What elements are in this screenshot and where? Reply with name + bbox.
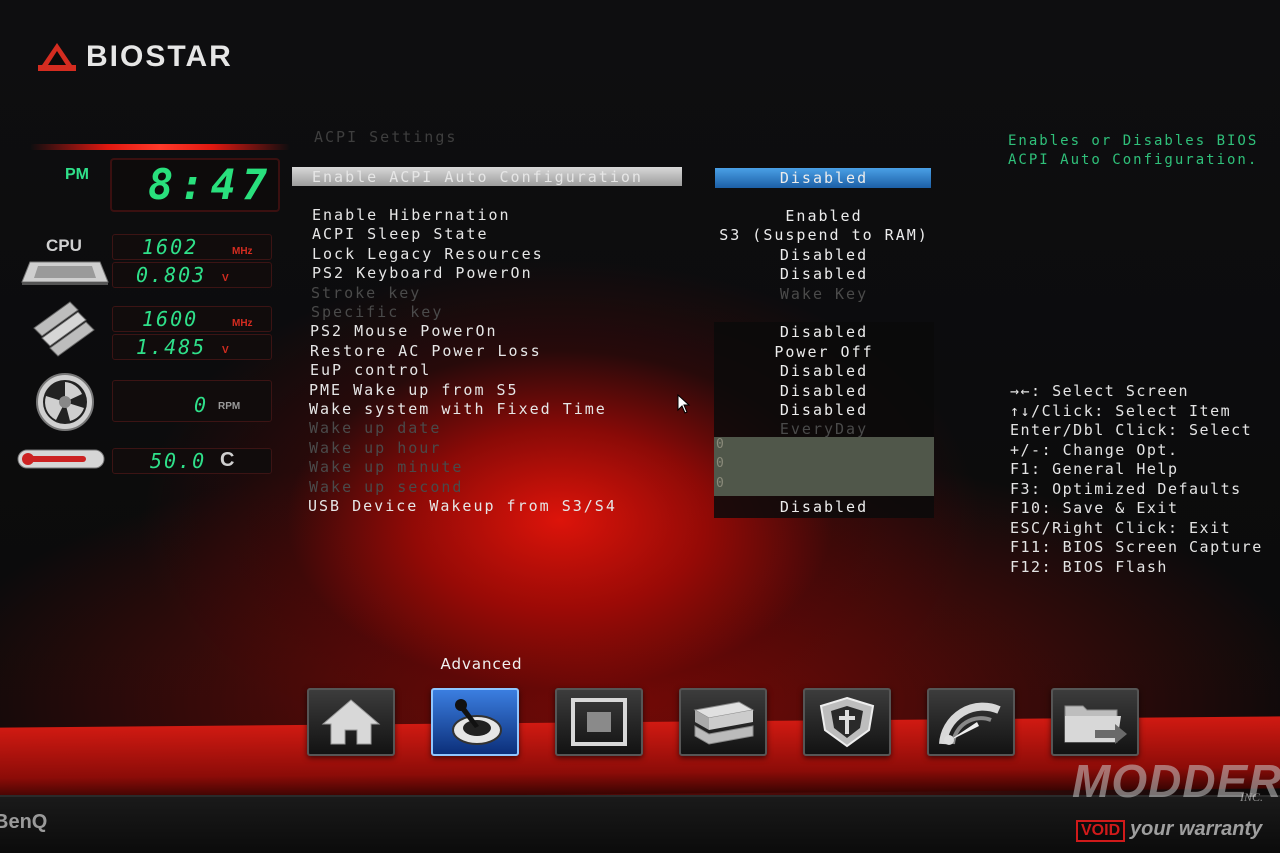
setting-label: Stroke key (311, 283, 422, 302)
setting-label: Wake up hour (309, 438, 442, 457)
setting-value[interactable]: Disabled (714, 401, 934, 419)
setting-label[interactable]: ACPI Sleep State (312, 225, 489, 243)
drives-icon (693, 701, 755, 745)
clock-time: 8:47 (148, 160, 274, 209)
shield-icon (819, 696, 875, 748)
temp-value: 50.0 (150, 449, 207, 473)
setting-value[interactable]: Disabled (714, 362, 934, 380)
key-help-item: →←: Select Screen (1010, 382, 1190, 400)
setting-value: EveryDay (779, 420, 869, 439)
setting-value[interactable]: Disabled (714, 246, 934, 264)
setting-label[interactable]: Restore AC Power Loss (310, 342, 542, 360)
fan-box (112, 380, 272, 422)
setting-label[interactable]: Enable ACPI Auto Configuration (312, 168, 643, 186)
setting-value: Wake Key (779, 284, 869, 303)
tab-advanced[interactable] (431, 688, 519, 756)
mem-volt-value: 1.485 (136, 335, 207, 359)
monitor-brand-logo: BenQ (0, 811, 48, 833)
key-help-item: ↑↓/Click: Select Item (1010, 401, 1232, 420)
key-help-item: F1: General Help (1010, 460, 1179, 478)
tab-boot[interactable] (679, 688, 767, 756)
setting-label[interactable]: PS2 Mouse PowerOn (310, 322, 498, 340)
cpu-label: CPU (46, 236, 82, 255)
mem-freq-unit: MHz (232, 318, 253, 329)
setting-label[interactable]: PME Wake up from S5 (309, 381, 519, 399)
setting-label: Wake up minute (309, 458, 464, 477)
setting-label[interactable]: PS2 Keyboard PowerOn (312, 264, 533, 282)
fan-speed-unit: RPM (218, 401, 241, 412)
mem-volt-unit: V (222, 345, 229, 356)
tab-chipset[interactable] (555, 688, 643, 756)
setting-value[interactable]: Enabled (714, 207, 934, 225)
setting-value[interactable]: S3 (Suspend to RAM) (714, 226, 934, 244)
bios-screen: BIOSTAR PM 8:47 CPU 1602 MHz 0.803 V 160… (0, 0, 1280, 800)
setting-value[interactable]: Disabled (714, 265, 934, 283)
setting-label: Wake up date (309, 419, 442, 438)
temp-unit: C (220, 449, 235, 471)
key-help-item: F3: Optimized Defaults (1010, 479, 1242, 498)
cpu-volt-value: 0.803 (136, 263, 207, 287)
mouse-pointer-icon (677, 394, 691, 414)
section-title: ACPI Settings (314, 128, 458, 146)
watermark-tagline: your warranty (1130, 818, 1263, 840)
tab-main[interactable] (307, 688, 395, 756)
key-help-item: ESC/Right Click: Exit (1010, 518, 1232, 537)
setting-value[interactable]: Power Off (714, 343, 934, 361)
brand-name: BIOSTAR (86, 40, 233, 73)
active-tab-caption: Advanced (440, 655, 523, 673)
setting-label[interactable]: USB Device Wakeup from S3/S4 (308, 497, 617, 515)
biostar-logo: BIOSTAR (36, 40, 233, 74)
key-help-list: →←: Select Screen ↑↓/Click: Select Item En… (1010, 382, 1263, 577)
thermometer-icon (17, 449, 105, 469)
memory-module-icon (33, 301, 95, 357)
cpu-freq-unit: MHz (232, 246, 253, 257)
help-description: Enables or Disables BIOS ACPI Auto Confi… (1008, 133, 1259, 168)
folder-exit-icon (1064, 705, 1127, 744)
cpu-freq-value: 1602 (142, 235, 199, 259)
modders-inc-watermark: MODDERS INC. VOID your warranty (1072, 754, 1280, 842)
setting-value[interactable]: Disabled (714, 169, 934, 187)
setting-value[interactable]: Disabled (714, 323, 934, 341)
speedometer-icon (939, 702, 1001, 745)
joystick-icon (452, 699, 502, 745)
mem-freq-value: 1600 (142, 307, 199, 331)
home-icon (321, 699, 381, 745)
setting-value[interactable]: Disabled (714, 498, 934, 516)
key-help-item: Enter/Dbl Click: Select (1010, 421, 1253, 439)
key-help-item: F12: BIOS Flash (1010, 557, 1168, 576)
setting-label: Wake up second (309, 477, 464, 496)
tab-save-exit[interactable] (1051, 688, 1139, 756)
setting-number-field: 0 (714, 456, 934, 477)
tab-security[interactable] (803, 688, 891, 756)
watermark-void-badge: VOID (1076, 820, 1126, 842)
setting-label: Specific key (311, 302, 444, 321)
chipset-icon (571, 698, 627, 746)
cpu-chip-icon (21, 261, 109, 285)
setting-value[interactable]: Disabled (714, 382, 934, 400)
setting-label[interactable]: Wake system with Fixed Time (309, 400, 607, 418)
setting-number-field: 0 (714, 475, 934, 496)
key-help-item: F11: BIOS Screen Capture (1010, 538, 1263, 556)
setting-label[interactable]: Enable Hibernation (312, 206, 511, 224)
fan-icon (36, 373, 94, 431)
biostar-logo-icon (38, 43, 76, 71)
watermark-inc: INC. (1240, 790, 1264, 804)
setting-number-field: 0 (714, 436, 934, 457)
monitor-divider (30, 144, 290, 150)
clock-ampm: PM (65, 166, 89, 183)
tab-overclock[interactable] (927, 688, 1015, 756)
fan-speed-value: 0 (194, 393, 209, 417)
key-help-item: +/-: Change Opt. (1010, 440, 1179, 459)
key-help-item: F10: Save & Exit (1010, 499, 1179, 517)
setting-label[interactable]: Lock Legacy Resources (312, 245, 544, 263)
cpu-volt-unit: V (222, 273, 229, 284)
setting-label[interactable]: EuP control (310, 361, 431, 379)
